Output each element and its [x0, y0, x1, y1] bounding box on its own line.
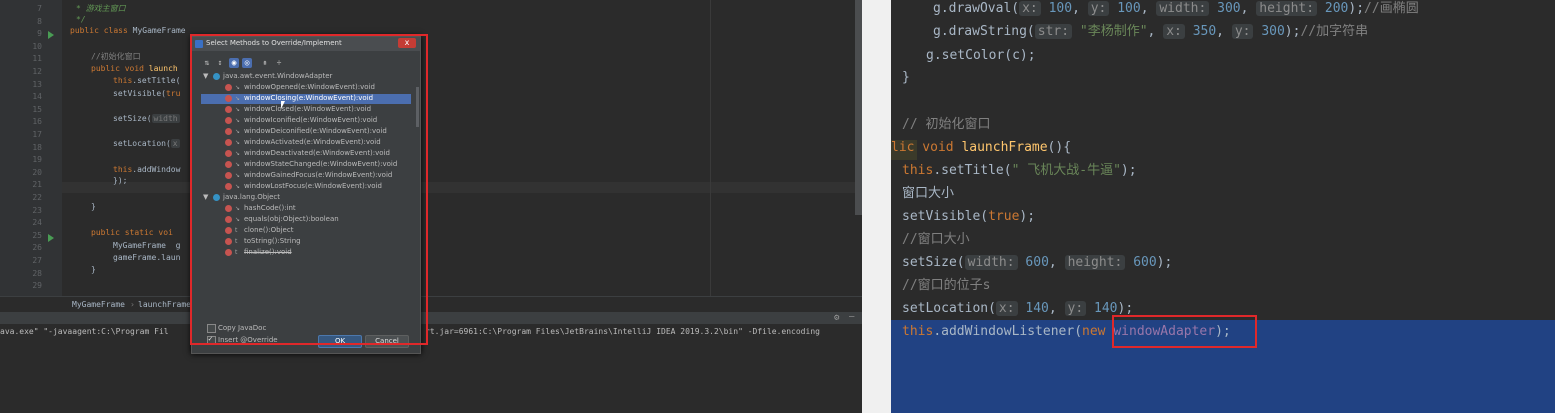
code-highlight-box — [1112, 315, 1257, 348]
line-number: 12 — [32, 67, 42, 76]
line-number: 13 — [32, 79, 42, 89]
line-number: 8 — [37, 16, 42, 26]
line-number: 26 — [32, 243, 42, 253]
r-line-setvisible: setVisible(true); — [902, 209, 1036, 224]
line-number: 16 — [32, 117, 42, 127]
r-line-settitle: this.setTitle(" 飞机大战-牛逼"); — [902, 163, 1137, 178]
line-number: 7 — [37, 4, 42, 13]
r-line-window-size-text: 窗口大小 — [902, 186, 955, 201]
line-number: 25 — [32, 230, 42, 240]
console-output: ava.exe" "-javaagent:C:\Program Fil rt.ja… — [0, 327, 820, 336]
code-line-26: MyGameFrame g — [113, 241, 181, 250]
line-number: 20 — [32, 167, 42, 177]
line-number: 22 — [32, 193, 42, 202]
editor-scrollbar[interactable] — [855, 0, 862, 215]
line-number: 24 — [32, 218, 42, 228]
r-line-comment-location: //窗口的位子s — [902, 278, 991, 293]
code-line-11: //初始化窗口 — [91, 52, 141, 61]
line-number: 19 — [32, 155, 42, 165]
code-line-23: } — [91, 202, 96, 211]
line-number: 10 — [32, 41, 42, 51]
code-line-16: setSize(width — [113, 114, 180, 123]
run-toolwindow-header: ⚙ — — [0, 312, 862, 324]
code-line-21: }); — [113, 176, 128, 185]
r-line-close-brace: } — [902, 70, 910, 85]
code-line-13: this.setTitle( — [113, 76, 181, 85]
run-console[interactable]: ava.exe" "-javaagent:C:\Program Fil rt.ja… — [0, 324, 862, 413]
r-line-setlocation: setLocation(x: 140, y: 140); — [902, 301, 1134, 316]
right-margin-guide — [710, 0, 711, 296]
code-line-9: public class MyGameFrame — [70, 26, 186, 35]
gear-icon[interactable]: ⚙ — [834, 313, 839, 323]
line-number: 14 — [32, 92, 42, 102]
line-number: 17 — [32, 130, 42, 139]
code-line-14: setVisible(tru — [113, 89, 181, 98]
line-number: 15 — [32, 104, 42, 114]
r-line-drawoval: g.drawOval(x: 100, y: 100, width: 300, h… — [933, 1, 1419, 16]
code-line-27: gameFrame.laun — [113, 253, 181, 262]
zoomed-editor: g.drawOval(x: 100, y: 100, width: 300, h… — [891, 0, 1555, 413]
line-number: 29 — [32, 281, 42, 291]
code-line-20: this.addWindow — [113, 165, 181, 174]
current-line-highlight — [62, 182, 857, 193]
code-line-12: public void launch — [91, 64, 178, 73]
r-line-launchframe: lic void launchFrame(){ — [891, 140, 1072, 155]
line-number: 23 — [32, 205, 42, 215]
line-number: 21 — [32, 180, 42, 190]
line-number: 11 — [32, 54, 42, 64]
r-line-setcolor: g.setColor(c); — [926, 48, 1036, 63]
run-main-icon[interactable] — [48, 234, 54, 242]
line-number: 27 — [32, 256, 42, 265]
breadcrumb: MyGameFrame › launchFrame() — [0, 296, 862, 312]
r-line-comment-init: // 初始化窗口 — [902, 117, 991, 132]
code-line-18: setLocation(x — [113, 139, 180, 148]
r-line-setsize: setSize(width: 600, height: 600); — [902, 255, 1173, 270]
minimize-icon[interactable]: — — [849, 312, 854, 322]
pane-divider — [862, 0, 891, 413]
ide-left-pane: 7 8 9 10 11 12 13 14 15 16 17 18 19 20 21 22 23 24 25 26 27 2… — [0, 0, 862, 413]
code-line-25: public static voi — [91, 228, 173, 237]
r-line-drawstring: g.drawString(str: "李杨制作", x: 350, y: 300… — [933, 24, 1369, 39]
run-class-icon[interactable] — [48, 31, 54, 39]
line-number: 18 — [32, 142, 42, 152]
code-line-28: } — [91, 265, 96, 274]
dialog-highlight-box — [190, 34, 428, 345]
code-line-8: */ — [76, 15, 86, 24]
code-line-7: * 游戏主窗口 — [76, 4, 126, 13]
r-line-comment-size: //窗口大小 — [902, 232, 970, 247]
line-number: 28 — [32, 268, 42, 278]
breadcrumb-class[interactable]: MyGameFrame — [72, 300, 125, 309]
line-number: 9 — [37, 29, 42, 39]
breadcrumb-separator: › — [130, 300, 135, 309]
